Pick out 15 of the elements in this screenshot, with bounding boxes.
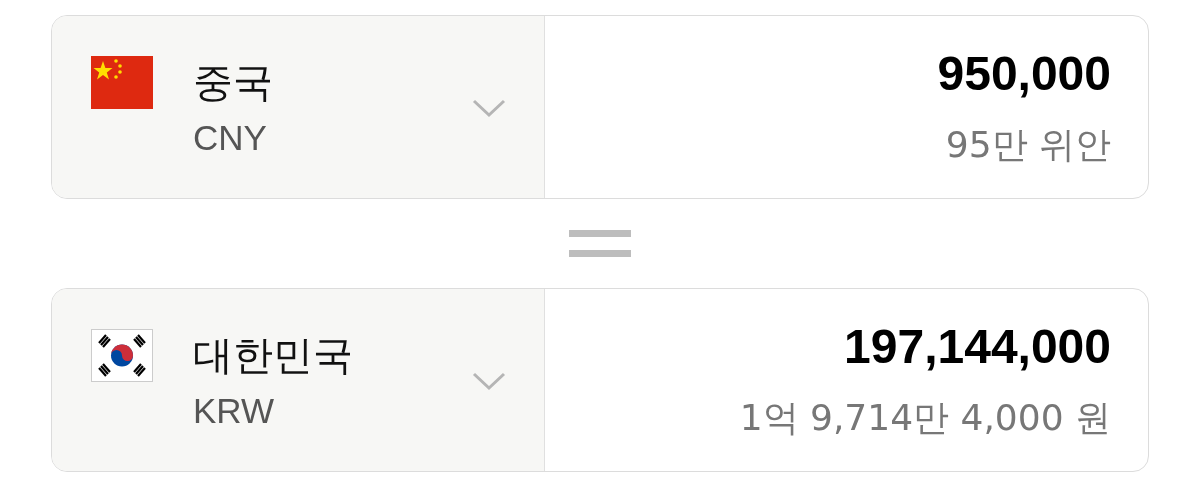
country-name: 중국: [193, 58, 273, 107]
chevron-down-icon: [472, 98, 506, 118]
chevron-down-icon: [472, 371, 506, 391]
amount-value[interactable]: 950,000: [937, 46, 1111, 102]
currency-selector[interactable]: 대한민국 KRW: [52, 289, 545, 471]
country-name: 대한민국: [193, 331, 353, 380]
flag-icon: [91, 329, 153, 382]
currency-code: CNY: [193, 117, 268, 159]
equals-icon: [569, 229, 631, 258]
currency-code: KRW: [193, 390, 276, 432]
amount-in-words: 95만 위안: [945, 123, 1111, 167]
currency-selector[interactable]: 중국 CNY: [52, 16, 545, 198]
flag-icon: [91, 56, 153, 109]
amount-in-words: 1억 9,714만 4,000 원: [739, 396, 1111, 440]
amount-value[interactable]: 197,144,000: [844, 319, 1111, 375]
